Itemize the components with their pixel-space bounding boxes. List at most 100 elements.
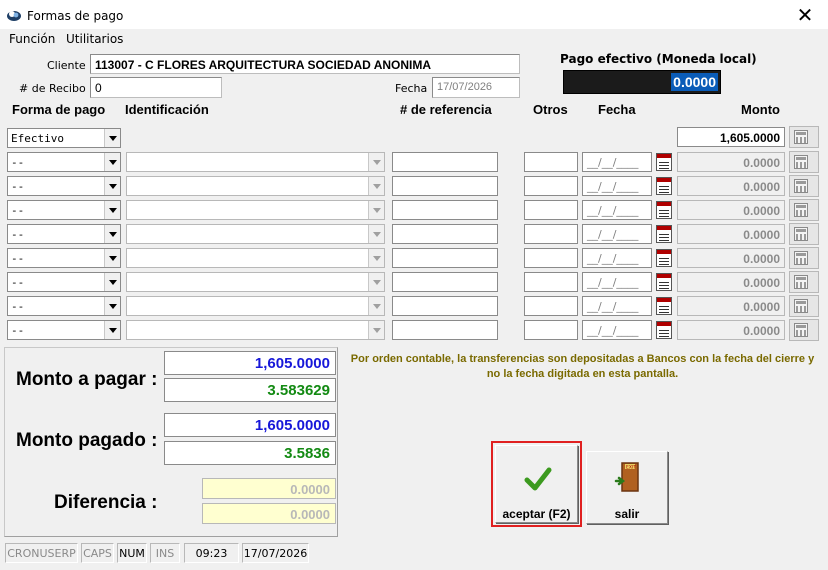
monto-field[interactable]: 0.0000 <box>677 224 785 244</box>
monto-field[interactable]: 0.0000 <box>677 152 785 172</box>
chevron-down-icon[interactable] <box>104 273 120 291</box>
chevron-down-icon[interactable] <box>104 153 120 171</box>
calendar-icon[interactable] <box>656 297 672 315</box>
identificacion-select[interactable] <box>126 152 385 172</box>
chevron-down-icon[interactable] <box>368 297 384 315</box>
chevron-down-icon[interactable] <box>368 273 384 291</box>
fecha-field[interactable]: __/__/____ <box>582 296 652 316</box>
chevron-down-icon[interactable] <box>368 201 384 219</box>
fecha-field[interactable]: 17/07/2026 <box>432 77 520 98</box>
identificacion-select[interactable] <box>126 296 385 316</box>
monto-field[interactable]: 0.0000 <box>677 200 785 220</box>
identificacion-select[interactable] <box>126 272 385 292</box>
col-identificacion: Identificación <box>125 102 209 117</box>
forma-pago-select[interactable]: -- <box>7 248 121 268</box>
calendar-icon[interactable] <box>656 153 672 171</box>
menu-funcion[interactable]: Función <box>9 32 55 46</box>
referencia-field[interactable] <box>392 152 498 172</box>
otros-field[interactable] <box>524 248 578 268</box>
forma-pago-select[interactable]: -- <box>7 320 121 340</box>
otros-field[interactable] <box>524 272 578 292</box>
col-forma-pago: Forma de pago <box>12 102 106 117</box>
monto-field[interactable]: 0.0000 <box>677 176 785 196</box>
referencia-field[interactable] <box>392 200 498 220</box>
chevron-down-icon[interactable] <box>104 225 120 243</box>
chevron-down-icon[interactable] <box>368 177 384 195</box>
chevron-down-icon[interactable] <box>368 153 384 171</box>
close-icon[interactable]: ✕ <box>782 0 828 30</box>
calendar-icon[interactable] <box>656 201 672 219</box>
identificacion-select[interactable] <box>126 200 385 220</box>
identificacion-select[interactable] <box>126 176 385 196</box>
chevron-down-icon[interactable] <box>104 201 120 219</box>
monto-field[interactable]: 0.0000 <box>677 248 785 268</box>
salir-button[interactable]: EXIT salir <box>586 451 668 524</box>
aceptar-button[interactable]: aceptar (F2) <box>495 445 578 523</box>
calculator-icon[interactable] <box>789 126 819 148</box>
identificacion-select[interactable] <box>126 320 385 340</box>
fecha-field[interactable]: __/__/____ <box>582 248 652 268</box>
monto-field[interactable]: 1,605.0000 <box>677 127 785 147</box>
chevron-down-icon[interactable] <box>104 177 120 195</box>
chevron-down-icon[interactable] <box>104 297 120 315</box>
calculator-icon[interactable] <box>789 295 819 317</box>
cliente-field[interactable]: 113007 - C FLORES ARQUITECTURA SOCIEDAD … <box>90 54 520 74</box>
monto-field[interactable]: 0.0000 <box>677 296 785 316</box>
chevron-down-icon[interactable] <box>368 249 384 267</box>
calendar-icon[interactable] <box>656 249 672 267</box>
forma-pago-select[interactable]: -- <box>7 224 121 244</box>
otros-field[interactable] <box>524 296 578 316</box>
identificacion-select[interactable] <box>126 248 385 268</box>
forma-pago-select[interactable]: -- <box>7 296 121 316</box>
fecha-field[interactable]: __/__/____ <box>582 320 652 340</box>
fecha-field[interactable]: __/__/____ <box>582 176 652 196</box>
otros-field[interactable] <box>524 176 578 196</box>
forma-pago-select[interactable]: -- <box>7 176 121 196</box>
calendar-icon[interactable] <box>656 321 672 339</box>
calculator-icon[interactable] <box>789 199 819 221</box>
referencia-field[interactable] <box>392 176 498 196</box>
fecha-field[interactable]: __/__/____ <box>582 224 652 244</box>
referencia-field[interactable] <box>392 272 498 292</box>
fecha-field[interactable]: __/__/____ <box>582 272 652 292</box>
forma-pago-select[interactable]: -- <box>7 152 121 172</box>
otros-field[interactable] <box>524 200 578 220</box>
otros-field[interactable] <box>524 320 578 340</box>
forma-pago-value: Efectivo <box>11 132 64 145</box>
window-title: Formas de pago <box>27 9 124 23</box>
identificacion-select[interactable] <box>126 224 385 244</box>
fecha-field[interactable]: __/__/____ <box>582 152 652 172</box>
calculator-icon[interactable] <box>789 151 819 173</box>
chevron-down-icon[interactable] <box>104 129 120 147</box>
fecha-field[interactable]: __/__/____ <box>582 200 652 220</box>
recibo-field[interactable]: 0 <box>90 77 222 98</box>
calendar-icon[interactable] <box>656 273 672 291</box>
forma-pago-select[interactable]: -- <box>7 200 121 220</box>
forma-pago-select[interactable]: Efectivo <box>7 128 121 148</box>
forma-pago-select[interactable]: -- <box>7 272 121 292</box>
calculator-icon[interactable] <box>789 223 819 245</box>
otros-field[interactable] <box>524 224 578 244</box>
monto-pagado-local: 1,605.0000 <box>164 413 336 437</box>
chevron-down-icon[interactable] <box>104 249 120 267</box>
menu-utilitarios[interactable]: Utilitarios <box>66 32 123 46</box>
referencia-field[interactable] <box>392 296 498 316</box>
otros-field[interactable] <box>524 152 578 172</box>
referencia-field[interactable] <box>392 224 498 244</box>
diferencia-local: 0.0000 <box>202 478 336 499</box>
monto-field[interactable]: 0.0000 <box>677 320 785 340</box>
referencia-field[interactable] <box>392 320 498 340</box>
calendar-icon[interactable] <box>656 177 672 195</box>
calculator-icon[interactable] <box>789 319 819 341</box>
calendar-icon[interactable] <box>656 225 672 243</box>
calculator-icon[interactable] <box>789 175 819 197</box>
chevron-down-icon[interactable] <box>104 321 120 339</box>
calculator-icon[interactable] <box>789 271 819 293</box>
calculator-icon[interactable] <box>789 247 819 269</box>
pago-efectivo-field[interactable]: 0.0000 <box>563 70 721 94</box>
chevron-down-icon[interactable] <box>368 321 384 339</box>
chevron-down-icon[interactable] <box>368 225 384 243</box>
salir-label: salir <box>614 507 640 521</box>
monto-field[interactable]: 0.0000 <box>677 272 785 292</box>
referencia-field[interactable] <box>392 248 498 268</box>
